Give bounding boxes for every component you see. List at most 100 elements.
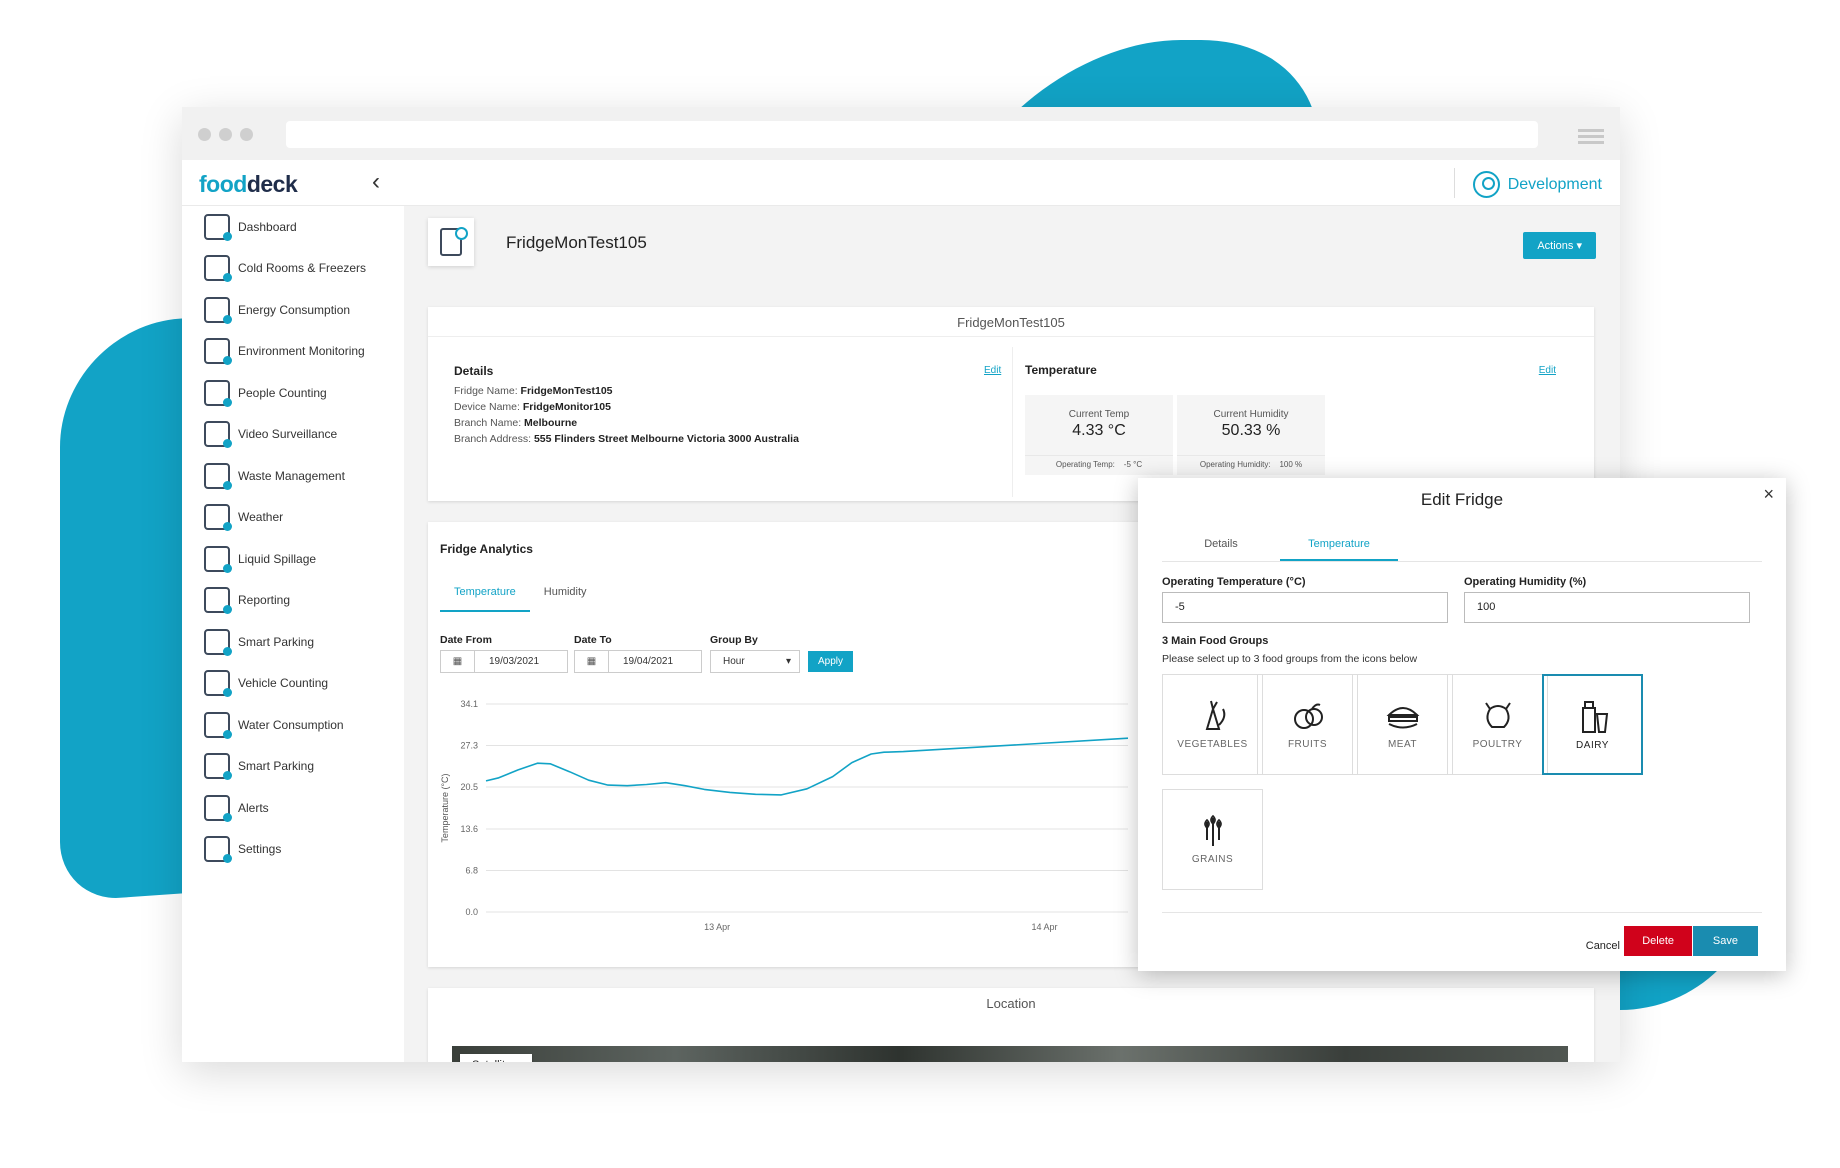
food-group-dairy[interactable]: DAIRY — [1542, 674, 1643, 775]
y-tick-label: 34.1 — [460, 699, 478, 709]
page-title: FridgeMonTest105 — [506, 233, 647, 252]
summary-card: FridgeMonTest105 Details Fridge Name: Fr… — [428, 307, 1594, 501]
sidebar-item-settings[interactable]: Settings — [182, 829, 404, 871]
satellite-map[interactable]: Satellite ▾ — [452, 1046, 1568, 1062]
operating-temperature-input[interactable]: -5 — [1162, 592, 1448, 623]
meat-icon — [1386, 707, 1419, 729]
minimize-dot[interactable] — [219, 128, 232, 141]
date-from-input[interactable]: ▦ 19/03/2021 — [440, 650, 568, 673]
operating-temperature-label: Operating Temperature (°C) — [1162, 576, 1306, 588]
tab-humidity[interactable]: Humidity — [530, 586, 601, 612]
tab-temperature[interactable]: Temperature — [1280, 528, 1398, 561]
device-name-row: Device Name: FridgeMonitor105 — [454, 401, 611, 413]
sidebar-item-cold-rooms-freezers[interactable]: Cold Rooms & Freezers — [182, 248, 404, 290]
fridge-device-icon — [428, 218, 474, 266]
operating-humidity-input[interactable]: 100 — [1464, 592, 1750, 623]
people-icon — [204, 379, 232, 407]
date-to-input[interactable]: ▦ 19/04/2021 — [574, 650, 702, 673]
sidebar-item-label: Reporting — [238, 593, 291, 608]
details-heading: Details — [454, 364, 494, 378]
sidebar-item-waste-management[interactable]: Waste Management — [182, 455, 404, 497]
food-group-label: MEAT — [1387, 739, 1418, 750]
fruits-icon — [1293, 703, 1323, 729]
y-tick-label: 0.0 — [465, 907, 478, 917]
sidebar-item-video-surveillance[interactable]: Video Surveillance — [182, 414, 404, 456]
sidebar-item-reporting[interactable]: Reporting — [182, 580, 404, 622]
sidebar-item-alerts[interactable]: Alerts — [182, 787, 404, 829]
details-edit-link[interactable]: Edit — [984, 365, 1001, 376]
sidebar-item-weather[interactable]: Weather — [182, 497, 404, 539]
sidebar-item-label: Settings — [238, 842, 282, 857]
food-group-fruits[interactable]: FRUITS — [1257, 674, 1358, 775]
address-bar[interactable] — [286, 121, 1538, 148]
menu-icon[interactable] — [1578, 129, 1604, 147]
caret-down-icon: ▾ — [785, 656, 791, 667]
sidebar-item-energy-consumption[interactable]: Energy Consumption — [182, 289, 404, 331]
food-group-label: FRUITS — [1287, 739, 1328, 750]
food-groups-subtitle: Please select up to 3 food groups from t… — [1162, 653, 1418, 665]
sidebar-item-label: Water Consumption — [238, 717, 344, 732]
sidebar: Dashboard Cold Rooms & Freezers Energy Con… — [182, 206, 404, 1062]
calendar-icon: ▦ — [441, 651, 475, 672]
tab-details[interactable]: Details — [1162, 528, 1280, 561]
cancel-button[interactable]: Cancel — [1580, 934, 1626, 958]
chevron-left-icon[interactable]: ‹ — [372, 168, 380, 196]
delete-button[interactable]: Delete — [1624, 926, 1692, 956]
sidebar-item-environment-monitoring[interactable]: Environment Monitoring — [182, 331, 404, 373]
modal-title: Edit Fridge — [1420, 490, 1504, 509]
maximize-dot[interactable] — [240, 128, 253, 141]
user-icon — [1472, 171, 1500, 198]
water-icon — [204, 711, 232, 739]
sidebar-item-liquid-spillage[interactable]: Liquid Spillage — [182, 538, 404, 580]
car-icon — [204, 670, 232, 698]
sidebar-item-people-counting[interactable]: People Counting — [182, 372, 404, 414]
x-tick-label: 13 Apr — [704, 922, 730, 932]
food-group-grains[interactable]: GRAINS — [1162, 789, 1263, 890]
food-group-label: DAIRY — [1576, 740, 1609, 751]
temperature-section: Temperature Edit Current Temp 4.33 °C Op… — [1012, 347, 1582, 497]
calendar-icon: ▦ — [575, 651, 609, 672]
food-group-poultry[interactable]: POULTRY — [1447, 674, 1548, 775]
report-icon — [204, 587, 232, 615]
fooddeck-logo[interactable]: fooddeck — [199, 171, 298, 198]
apply-button[interactable]: Apply — [808, 651, 854, 672]
close-dot[interactable] — [198, 128, 211, 141]
y-axis-label: Temperature (°C) — [440, 773, 450, 842]
spill-icon — [204, 545, 232, 573]
y-tick-label: 13.6 — [460, 824, 478, 834]
window-controls — [198, 128, 253, 141]
sidebar-item-dashboard[interactable]: Dashboard — [182, 206, 404, 248]
branch-name-row: Branch Name: Melbourne — [454, 417, 578, 429]
camera-icon — [204, 421, 232, 449]
actions-button[interactable]: Actions ▾ — [1523, 232, 1596, 259]
save-button[interactable]: Save — [1692, 926, 1758, 956]
sidebar-item-label: Liquid Spillage — [238, 551, 317, 566]
sidebar-item-label: Weather — [238, 510, 284, 525]
sidebar-item-smart-parking[interactable]: Smart Parking — [182, 621, 404, 663]
group-by-select[interactable]: Hour ▾ — [710, 650, 800, 673]
sidebar-item-smart-parking[interactable]: Smart Parking — [182, 746, 404, 788]
food-group-meat[interactable]: MEAT — [1352, 674, 1453, 775]
parking-icon — [204, 628, 232, 656]
user-menu[interactable]: Development — [1472, 171, 1602, 198]
temperature-chart: 34.1 27.3 20.5 13.6 6.8 0.0 Temperature (°C) 13… — [440, 699, 1128, 932]
food-group-vegetables[interactable]: VEGETABLES — [1162, 674, 1263, 775]
sidebar-item-vehicle-counting[interactable]: Vehicle Counting — [182, 663, 404, 705]
details-section: Details Fridge Name: FridgeMonTest105 De… — [454, 363, 998, 447]
temperature-heading: Temperature — [1025, 363, 1097, 377]
sidebar-item-label: Environment Monitoring — [238, 344, 365, 359]
sidebar-item-water-consumption[interactable]: Water Consumption — [182, 704, 404, 746]
fridge-name-row: Fridge Name: FridgeMonTest105 — [454, 385, 613, 397]
close-icon[interactable]: × — [1763, 484, 1774, 505]
temperature-series-line — [485, 737, 1128, 796]
location-card: Location Satellite ▾ — [428, 988, 1594, 1062]
user-name: Development — [1507, 175, 1602, 193]
sidebar-item-label: Vehicle Counting — [238, 676, 329, 691]
map-type-button[interactable]: Satellite ▾ — [460, 1054, 532, 1062]
grains-icon — [1203, 814, 1222, 846]
modal-tabs: Details Temperature — [1162, 528, 1762, 562]
app-header: fooddeck ‹ Development — [182, 160, 1620, 206]
temperature-edit-link[interactable]: Edit — [1539, 365, 1556, 376]
tab-temperature[interactable]: Temperature — [440, 586, 530, 612]
sidebar-item-label: Dashboard — [238, 219, 297, 234]
